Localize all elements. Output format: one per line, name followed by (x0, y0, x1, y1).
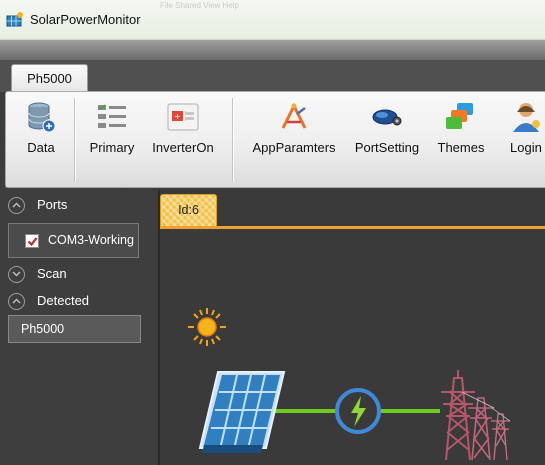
primary-button[interactable]: Primary (81, 92, 143, 162)
data-button[interactable]: Data (10, 92, 72, 162)
primary-label: Primary (89, 140, 135, 155)
database-icon (28, 102, 56, 133)
app-parameters-button[interactable]: AppParamters (244, 92, 344, 162)
power-wire (491, 407, 511, 422)
themes-icon (446, 103, 473, 129)
transmission-tower-icon (491, 413, 510, 461)
detected-header-label: Detected (37, 293, 90, 308)
themes-button[interactable]: Themes (430, 92, 492, 162)
app-parameters-label: AppParamters (252, 140, 336, 155)
port-setting-label: PortSetting (354, 140, 420, 155)
inverter-on-button[interactable]: + InverterOn (145, 92, 221, 162)
ribbon-separator (74, 98, 75, 182)
scan-header[interactable]: Scan (8, 263, 153, 285)
themes-label: Themes (437, 140, 485, 155)
expand-chevron-icon[interactable] (8, 266, 25, 283)
ghost-menu-text: File Shared View Help (160, 1, 240, 10)
ports-header[interactable]: Ports (8, 194, 153, 216)
ribbon-tab-ph5000[interactable]: Ph5000 (11, 64, 88, 92)
data-label: Data (27, 140, 55, 155)
transmission-tower-icon (468, 397, 494, 461)
login-button[interactable]: Login (501, 92, 545, 162)
inverter-bolt-icon (335, 388, 381, 434)
inverter-icon: + (167, 103, 199, 131)
inverter-on-label: InverterOn (152, 140, 214, 155)
title-bar: SolarPowerMonitor File Shared View Help (0, 0, 545, 40)
collapse-chevron-icon[interactable] (8, 293, 25, 310)
list-icon (98, 104, 126, 128)
user-icon (513, 103, 540, 132)
port-item-label: COM3-Working (48, 233, 134, 247)
power-flow-diagram (188, 308, 511, 461)
tab-id-6[interactable]: Id:6 (160, 194, 217, 227)
toolbar-strip (0, 40, 545, 60)
tab-underline (160, 226, 545, 229)
ribbon: Data Primary + InverterOn AppParamters P… (5, 91, 545, 188)
port-icon (372, 109, 402, 126)
window-title: SolarPowerMonitor (30, 12, 141, 27)
sun-icon (188, 308, 226, 346)
scan-header-label: Scan (37, 266, 67, 281)
solar-panel-icon (198, 371, 286, 453)
app-icon (6, 12, 23, 27)
port-checkbox[interactable] (25, 234, 39, 248)
detected-device-item[interactable]: Ph5000 (8, 315, 141, 343)
svg-text:+: + (174, 112, 181, 121)
ribbon-tab-row: Ph5000 (0, 60, 545, 92)
ribbon-separator (232, 98, 233, 182)
collapse-chevron-icon[interactable] (8, 197, 25, 214)
detected-header[interactable]: Detected (8, 290, 153, 312)
login-label: Login (510, 140, 542, 155)
tools-icon (281, 102, 307, 129)
ports-header-label: Ports (37, 197, 68, 212)
port-item[interactable]: COM3-Working (8, 223, 139, 258)
device-item-label: Ph5000 (21, 322, 65, 336)
port-setting-button[interactable]: PortSetting (348, 92, 426, 162)
transmission-tower-icon (441, 370, 475, 461)
